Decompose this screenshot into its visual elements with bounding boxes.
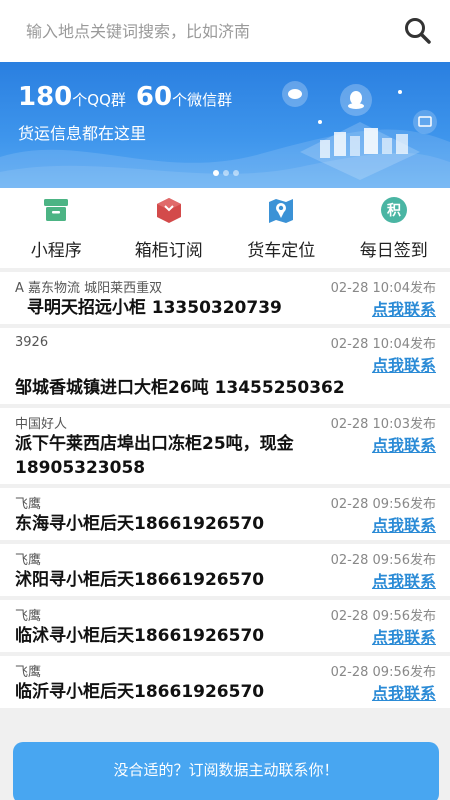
nav-label: 货车定位 [247, 241, 316, 261]
list-item[interactable]: 中国好人 02-28 10:03发布 派下午莱西店埠出口冻柜25吨，现金18905… [0, 408, 450, 484]
post-time: 02-28 09:56发布 [330, 496, 436, 512]
subscribe-cta-button[interactable]: 没合适的？订阅数据主动联系你！ [13, 742, 439, 800]
nav-label: 每日签到 [359, 241, 428, 261]
poster-name: A 嘉东物流 城阳莱西重双 [15, 280, 163, 296]
poster-name: 飞鹰 [15, 664, 42, 680]
post-content: 东海寻小柜后天18661926570 [15, 514, 265, 534]
nav-mini-program[interactable]: 小程序 [0, 188, 113, 268]
contact-link[interactable]: 点我联系 [372, 432, 436, 456]
list-item[interactable]: 3926 02-28 10:04发布 邹城香城镇进口大柜26吨 134552503… [0, 328, 450, 404]
carousel-dot[interactable] [223, 170, 229, 176]
qq-count: 180 [18, 82, 73, 112]
poster-name: 3926 [15, 334, 49, 350]
list-item[interactable]: 飞鹰 02-28 09:56发布 临沭寻小柜后天18661926570 点我联系 [0, 600, 450, 652]
nav-label: 箱柜订阅 [134, 241, 203, 261]
contact-link[interactable]: 点我联系 [372, 512, 436, 536]
post-content: 派下午莱西店埠出口冻柜25吨，现金18905323058 [15, 434, 294, 478]
nav-label: 小程序 [30, 241, 82, 261]
banner-headline: 180 个QQ群 60 个微信群 [18, 82, 242, 112]
contact-link[interactable]: 点我联系 [372, 296, 436, 320]
post-content: 临沭寻小柜后天18661926570 [15, 626, 265, 646]
poster-name: 中国好人 [15, 416, 68, 432]
search-bar [0, 0, 450, 62]
post-time: 02-28 09:56发布 [330, 664, 436, 680]
poster-name: 飞鹰 [15, 608, 42, 624]
post-content: 临沂寻小柜后天18661926570 [15, 682, 265, 702]
promo-banner[interactable]: 180 个QQ群 60 个微信群 货运信息都在这里 [0, 62, 450, 188]
wechat-unit: 个微信群 [172, 91, 233, 109]
post-content: 邹城香城镇进口大柜26吨 13455250362 [15, 378, 345, 398]
list-item[interactable]: 飞鹰 02-28 09:56发布 沭阳寻小柜后天18661926570 点我联系 [0, 544, 450, 596]
points-icon: 积 [380, 196, 408, 224]
map-pin-icon [267, 196, 295, 224]
post-content: 沭阳寻小柜后天18661926570 [15, 570, 265, 590]
post-time: 02-28 10:04发布 [330, 336, 436, 352]
carousel-dot[interactable] [233, 170, 239, 176]
list-item[interactable]: 飞鹰 02-28 09:56发布 临沂寻小柜后天18661926570 点我联系 [0, 656, 450, 708]
contact-link[interactable]: 点我联系 [372, 624, 436, 648]
search-input[interactable] [26, 21, 400, 41]
carousel-dot[interactable] [213, 170, 219, 176]
list-item[interactable]: 飞鹰 02-28 09:56发布 东海寻小柜后天18661926570 点我联系 [0, 488, 450, 540]
post-time: 02-28 10:04发布 [330, 280, 436, 296]
nav-container-subscribe[interactable]: 箱柜订阅 [113, 188, 226, 268]
search-icon[interactable] [400, 13, 436, 49]
contact-link[interactable]: 点我联系 [372, 680, 436, 704]
quick-nav: 小程序 箱柜订阅 货车定位 积 每日签到 [0, 188, 450, 268]
nav-daily-checkin[interactable]: 积 每日签到 [338, 188, 450, 268]
nav-truck-location[interactable]: 货车定位 [225, 188, 338, 268]
package-icon [42, 196, 70, 224]
wechat-count: 60 [135, 82, 173, 112]
post-time: 02-28 10:03发布 [330, 416, 436, 432]
gift-box-icon [155, 196, 183, 224]
post-content: 寻明天招远小柜 13350320739 [15, 298, 282, 318]
freight-feed: A 嘉东物流 城阳莱西重双 02-28 10:04发布 寻明天招远小柜 13350… [0, 272, 450, 712]
list-item[interactable]: A 嘉东物流 城阳莱西重双 02-28 10:04发布 寻明天招远小柜 13350… [0, 272, 450, 324]
poster-name: 飞鹰 [15, 496, 42, 512]
post-time: 02-28 09:56发布 [330, 552, 436, 568]
contact-link[interactable]: 点我联系 [372, 568, 436, 592]
banner-subtitle: 货运信息都在这里 [18, 124, 147, 143]
post-time: 02-28 09:56发布 [330, 608, 436, 624]
qq-unit: 个QQ群 [72, 91, 126, 109]
poster-name: 飞鹰 [15, 552, 42, 568]
carousel-dots [213, 170, 239, 176]
contact-link[interactable]: 点我联系 [372, 352, 436, 376]
points-glyph: 积 [387, 202, 401, 219]
